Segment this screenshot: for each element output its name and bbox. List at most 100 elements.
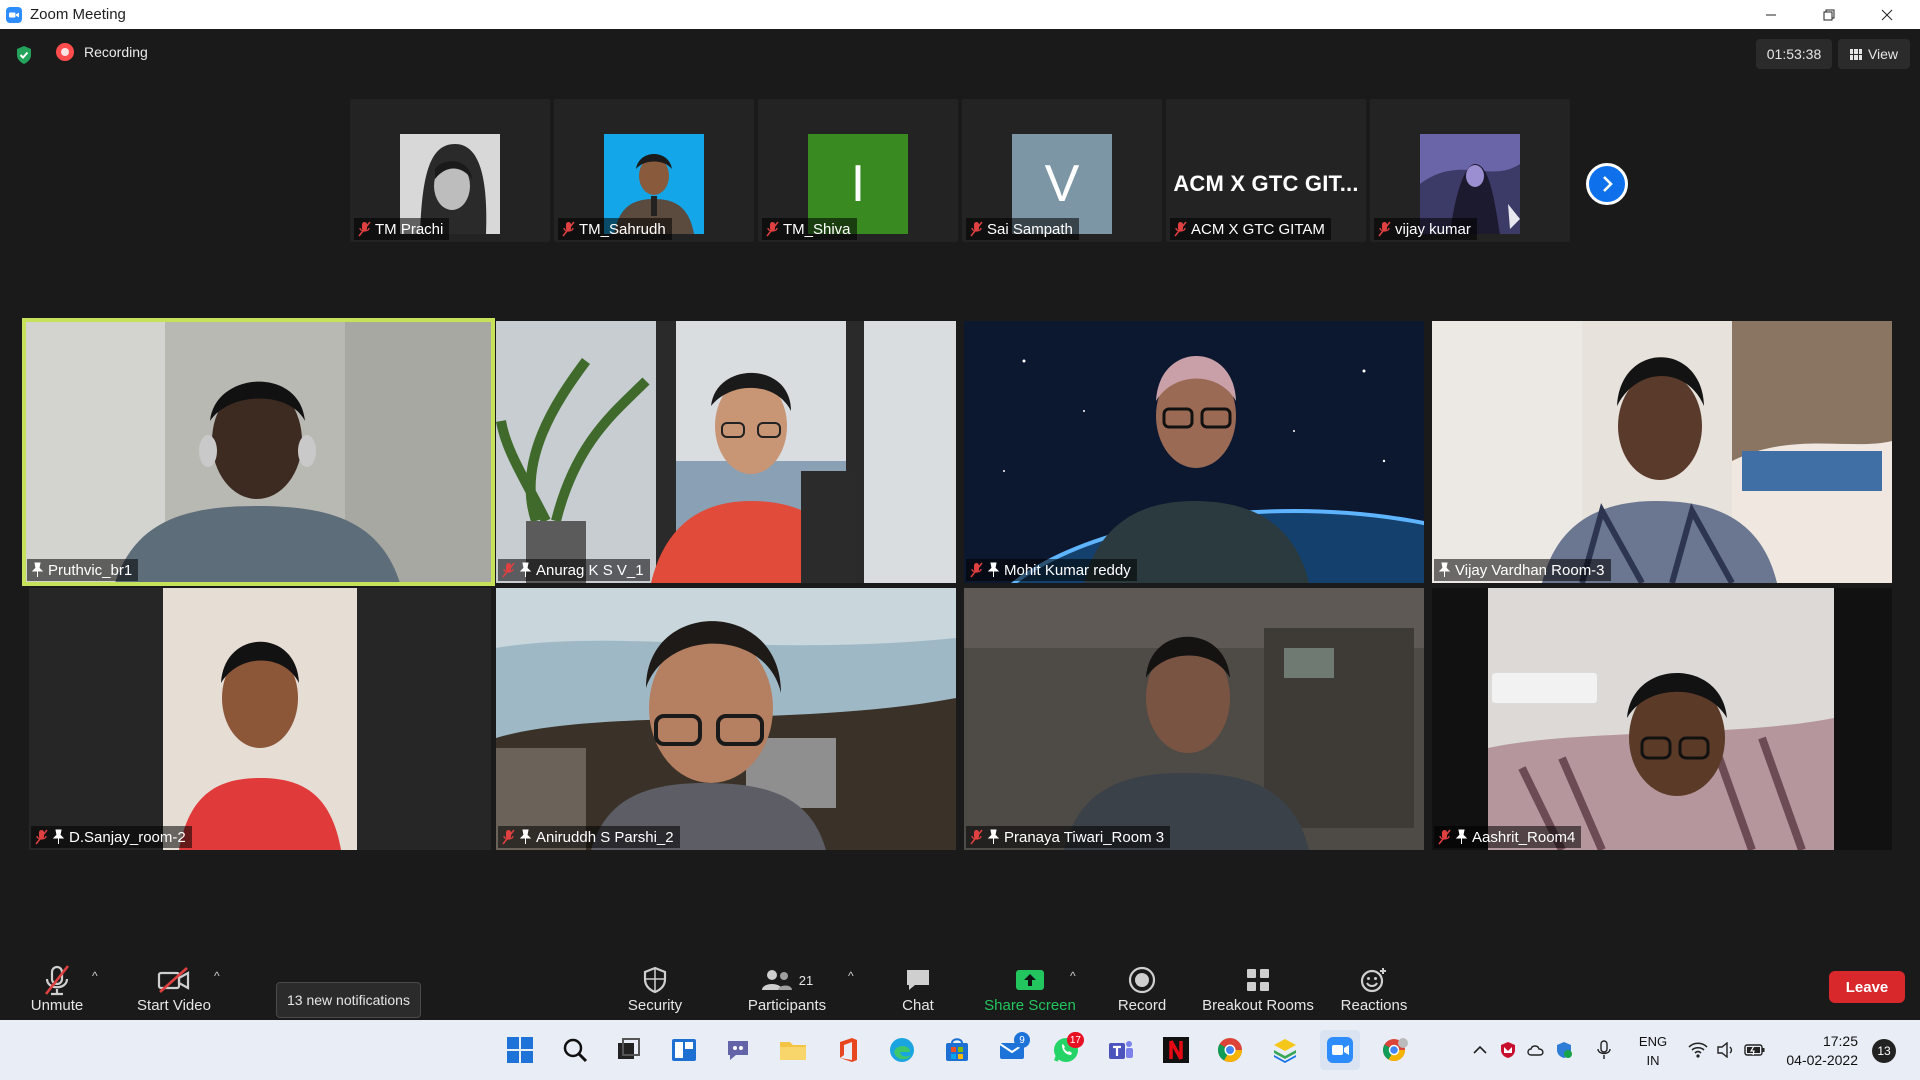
strip-participant[interactable]: TM Prachi — [350, 99, 550, 242]
restore-button[interactable] — [1800, 0, 1858, 29]
breakout-rooms-button[interactable]: Breakout Rooms — [1200, 959, 1316, 1020]
zoom-icon — [1327, 1037, 1353, 1063]
participant-name-tag: TM Prachi — [354, 218, 450, 240]
task-view-button[interactable] — [609, 1030, 649, 1070]
video-tile[interactable]: Pruthvic_br1 — [22, 318, 495, 586]
taskbar-search-button[interactable] — [555, 1030, 595, 1070]
microsoft-store-button[interactable] — [937, 1030, 977, 1070]
whatsapp-button[interactable]: 17 — [1046, 1030, 1086, 1070]
tray-mcafee[interactable] — [1496, 1020, 1520, 1080]
task-view-icon — [618, 1038, 640, 1059]
widgets-button[interactable] — [664, 1030, 704, 1070]
participant-name: Anurag K S V_1 — [536, 561, 644, 579]
tray-onedrive[interactable] — [1524, 1020, 1548, 1080]
participant-name-tag: Mohit Kumar reddy — [966, 559, 1137, 581]
notifications-popup[interactable]: 13 new notifications — [276, 982, 421, 1018]
audio-options-caret-icon[interactable]: ^ — [92, 969, 98, 983]
encryption-shield-icon[interactable] — [15, 45, 33, 65]
video-tile[interactable]: Aniruddh S Parshi_2 — [496, 588, 956, 850]
mic-muted-icon — [35, 829, 48, 845]
recording-indicator[interactable]: Recording — [56, 43, 148, 61]
participant-name-tag: D.Sanjay_room-2 — [31, 826, 192, 848]
unmute-label: Unmute — [30, 997, 84, 1014]
share-options-caret-icon[interactable]: ^ — [1070, 969, 1076, 983]
participants-label: Participants — [747, 997, 827, 1014]
clock-time: 17:25 — [1822, 1033, 1858, 1049]
video-tile[interactable]: Anurag K S V_1 — [496, 321, 956, 583]
mic-muted-icon — [358, 221, 371, 237]
next-page-button[interactable] — [1586, 163, 1628, 205]
minimize-button[interactable] — [1742, 0, 1800, 29]
security-button[interactable]: Security — [615, 959, 695, 1020]
view-label: View — [1867, 46, 1899, 62]
clock-date: 04-02-2022 — [1786, 1052, 1858, 1068]
video-tile[interactable]: Vijay Vardhan Room-3 — [1432, 321, 1892, 583]
pin-icon — [987, 829, 1000, 844]
start-button[interactable] — [500, 1030, 540, 1070]
strip-participant[interactable]: ACM X GTC GIT... ACM X GTC GITAM — [1166, 99, 1366, 242]
strip-participant[interactable]: I TM_Shiva — [758, 99, 958, 242]
mic-muted-icon — [502, 829, 515, 845]
bluestacks-icon — [1274, 1039, 1296, 1063]
participant-video — [29, 588, 491, 850]
taskbar-clock[interactable]: 17:25 04-02-2022 — [1782, 1032, 1858, 1070]
teams-chat-button[interactable] — [718, 1030, 758, 1070]
edge-browser-button[interactable] — [882, 1030, 922, 1070]
chat-bubble-icon — [907, 970, 929, 990]
netflix-button[interactable] — [1156, 1030, 1196, 1070]
tray-volume[interactable] — [1714, 1020, 1738, 1080]
pin-icon — [52, 829, 65, 844]
tray-microphone[interactable] — [1592, 1020, 1616, 1080]
view-button[interactable]: View — [1838, 39, 1910, 69]
participant-name: TM_Sahrudh — [579, 220, 666, 238]
zoom-taskbar-button[interactable] — [1320, 1030, 1360, 1070]
chrome-button[interactable] — [1210, 1030, 1250, 1070]
region-code: IN — [1646, 1053, 1660, 1068]
meeting-timer: 01:53:38 — [1756, 39, 1832, 69]
microphone-icon — [1597, 1040, 1611, 1059]
participant-name: TM Prachi — [375, 220, 444, 238]
pin-icon — [31, 562, 44, 577]
file-explorer-button[interactable] — [773, 1030, 813, 1070]
show-hidden-icons-button[interactable] — [1468, 1020, 1492, 1080]
meeting-top-bar: Recording 01:53:38 View — [0, 29, 1920, 77]
tray-defender[interactable] — [1552, 1020, 1576, 1080]
whatsapp-badge: 17 — [1066, 1032, 1084, 1048]
participants-button[interactable]: 21 Participants — [742, 959, 832, 1020]
participant-name-tag: Pranaya Tiwari_Room 3 — [966, 826, 1171, 848]
bluestacks-button[interactable] — [1265, 1030, 1305, 1070]
strip-participant[interactable]: TM_Sahrudh — [554, 99, 754, 242]
antivirus-shield-icon — [1501, 1042, 1515, 1058]
office-button[interactable] — [828, 1030, 868, 1070]
video-tile[interactable]: Mohit Kumar reddy — [964, 321, 1424, 583]
unmute-button[interactable]: Unmute — [22, 959, 92, 1020]
search-icon — [563, 1038, 588, 1063]
participant-video — [25, 321, 492, 583]
strip-participant[interactable]: V Sai Sampath — [962, 99, 1162, 242]
start-video-button[interactable]: Start Video — [130, 959, 218, 1020]
share-screen-button[interactable]: Share Screen — [981, 959, 1079, 1020]
input-language-indicator[interactable]: ENG IN — [1636, 1032, 1670, 1070]
reactions-smiley-icon — [1360, 968, 1386, 993]
video-tile[interactable]: Aashrit_Room4 — [1432, 588, 1892, 850]
video-tile[interactable]: Pranaya Tiwari_Room 3 — [964, 588, 1424, 850]
video-tile[interactable]: D.Sanjay_room-2 — [29, 588, 491, 850]
reactions-button[interactable]: Reactions — [1336, 959, 1412, 1020]
participant-name: Aashrit_Room4 — [1472, 828, 1576, 846]
chrome-profile-button[interactable] — [1375, 1030, 1415, 1070]
tray-wifi[interactable] — [1686, 1020, 1710, 1080]
notification-center-badge[interactable]: 13 — [1872, 1039, 1896, 1063]
tray-battery[interactable] — [1742, 1020, 1768, 1080]
teams-icon — [1109, 1041, 1133, 1059]
chat-button[interactable]: Chat — [893, 959, 943, 1020]
teams-button[interactable] — [1101, 1030, 1141, 1070]
video-options-caret-icon[interactable]: ^ — [214, 969, 220, 983]
strip-participant[interactable]: vijay kumar — [1370, 99, 1570, 242]
mail-button[interactable]: 9 — [992, 1030, 1032, 1070]
record-icon — [1128, 966, 1156, 994]
participants-options-caret-icon[interactable]: ^ — [848, 969, 854, 983]
record-button[interactable]: Record — [1113, 959, 1171, 1020]
close-button[interactable] — [1858, 0, 1916, 29]
pin-icon — [987, 562, 1000, 577]
leave-button[interactable]: Leave — [1829, 971, 1905, 1003]
